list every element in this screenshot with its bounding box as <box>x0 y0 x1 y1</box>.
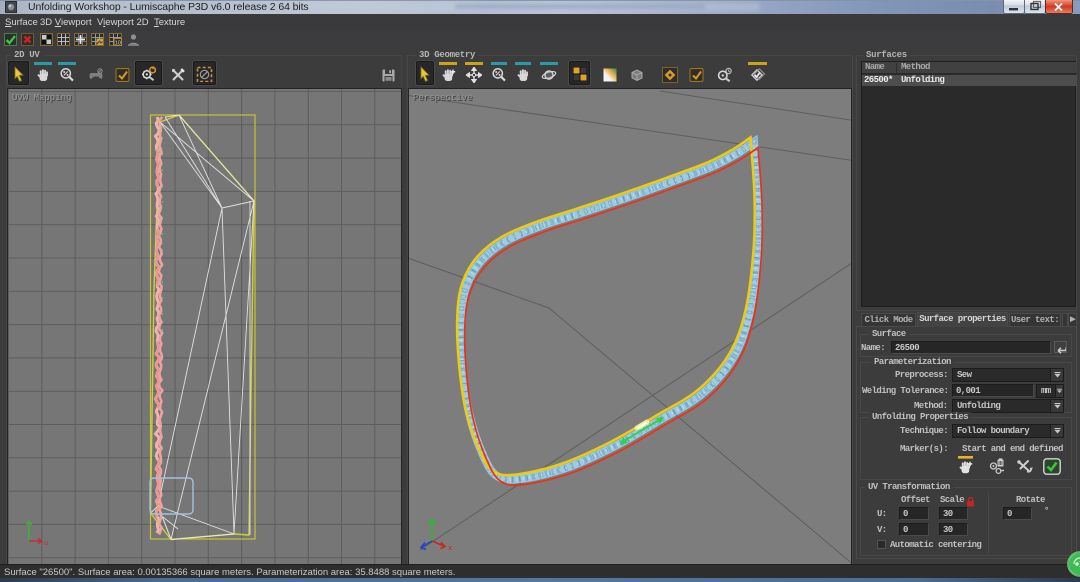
svg-text:u: u <box>44 540 48 548</box>
svg-text:10: 10 <box>115 40 121 46</box>
svg-text:UVW Mapping: UVW Mapping <box>12 93 71 103</box>
svg-text:x: x <box>448 545 452 553</box>
svg-text:Perspective: Perspective <box>413 93 472 103</box>
